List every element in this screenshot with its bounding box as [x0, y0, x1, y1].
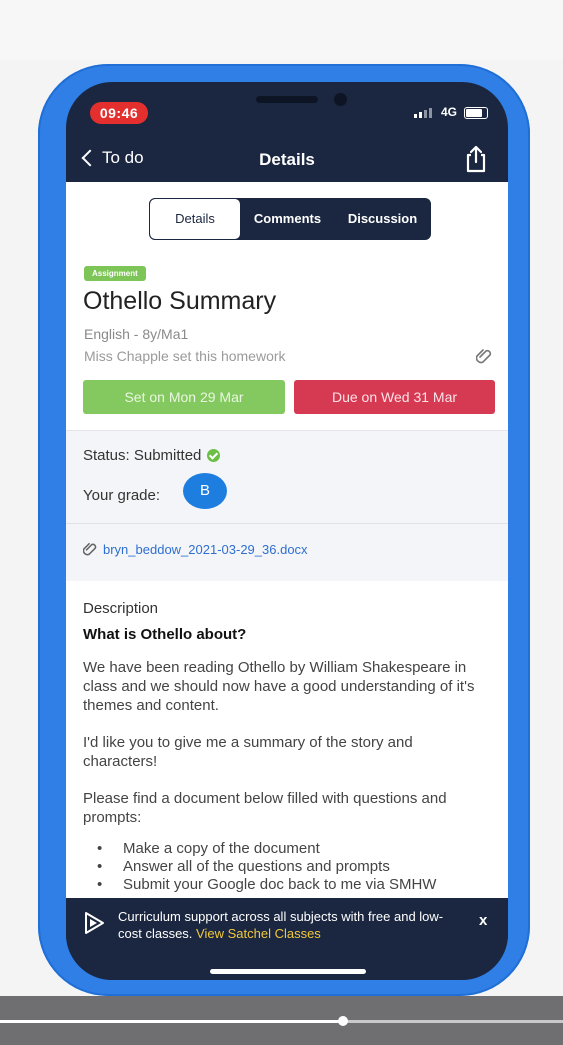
- tab-comments[interactable]: Comments: [240, 199, 335, 239]
- status-time: 09:46: [90, 102, 148, 124]
- status-line: Status: Submitted: [83, 447, 221, 464]
- assignment-teacher: Miss Chapple set this homework: [84, 348, 286, 364]
- content-area: Details Comments Discussion Assignment O…: [66, 182, 508, 898]
- share-icon: [466, 145, 486, 173]
- view-satchel-classes-link[interactable]: View Satchel Classes: [196, 926, 321, 941]
- assignment-title: Othello Summary: [83, 287, 277, 315]
- attachment-filename: bryn_beddow_2021-03-29_36.docx: [103, 541, 308, 557]
- description-paragraph: I'd like you to give me a summary of the…: [83, 734, 413, 770]
- description-heading: Description: [83, 600, 159, 617]
- page-title: Details: [259, 150, 315, 169]
- instruction-list: Make a copy of the document Answer all o…: [83, 840, 436, 894]
- close-icon[interactable]: x: [479, 912, 487, 929]
- list-item: Make a copy of the document: [83, 840, 436, 858]
- signal-icon: [414, 108, 432, 118]
- description-paragraph: Please find a document below filled with…: [83, 790, 447, 826]
- check-circle-icon: [207, 449, 221, 462]
- tab-discussion[interactable]: Discussion: [335, 199, 430, 239]
- attachment-link[interactable]: bryn_beddow_2021-03-29_36.docx: [83, 541, 308, 557]
- description-subheading: What is Othello about?: [83, 626, 247, 643]
- list-item: Answer all of the questions and prompts: [83, 858, 436, 876]
- assignment-tag: Assignment: [84, 266, 146, 281]
- segmented-tabs: Details Comments Discussion: [149, 198, 431, 240]
- banner-text: Curriculum support across all subjects w…: [118, 908, 448, 942]
- network-label: 4G: [441, 105, 458, 119]
- nav-bar: To do Details: [66, 140, 508, 182]
- grade-label: Your grade:: [83, 487, 161, 504]
- due-date-button: Due on Wed 31 Mar: [294, 380, 495, 414]
- paperclip-icon: [475, 347, 492, 370]
- share-button[interactable]: [462, 144, 490, 174]
- front-camera: [334, 93, 347, 106]
- description-paragraph: We have been reading Othello by William …: [83, 659, 475, 714]
- video-scrubber-handle[interactable]: [338, 1016, 348, 1026]
- status-section: Status: Submitted Your grade: B bryn_bed…: [66, 430, 508, 581]
- speaker-grille: [256, 96, 318, 103]
- assignment-subject: English - 8y/Ma1: [84, 326, 189, 342]
- tab-details[interactable]: Details: [150, 199, 240, 239]
- status-label: Status: Submitted: [83, 447, 202, 464]
- video-controls: [0, 996, 563, 1045]
- paperclip-icon: [83, 542, 97, 556]
- promo-banner: Curriculum support across all subjects w…: [66, 898, 508, 980]
- set-date-button: Set on Mon 29 Mar: [83, 380, 285, 414]
- section-divider: [66, 523, 508, 524]
- phone-screen: 09:46 4G To do Details Details Comments …: [66, 82, 508, 980]
- battery-icon: [464, 107, 488, 119]
- list-item: Submit your Google doc back to me via SM…: [83, 876, 436, 894]
- video-progress: [0, 1020, 343, 1023]
- grade-badge: B: [183, 473, 227, 509]
- home-indicator: [210, 969, 366, 974]
- video-top-area: [0, 0, 563, 60]
- play-logo-icon: [82, 910, 106, 941]
